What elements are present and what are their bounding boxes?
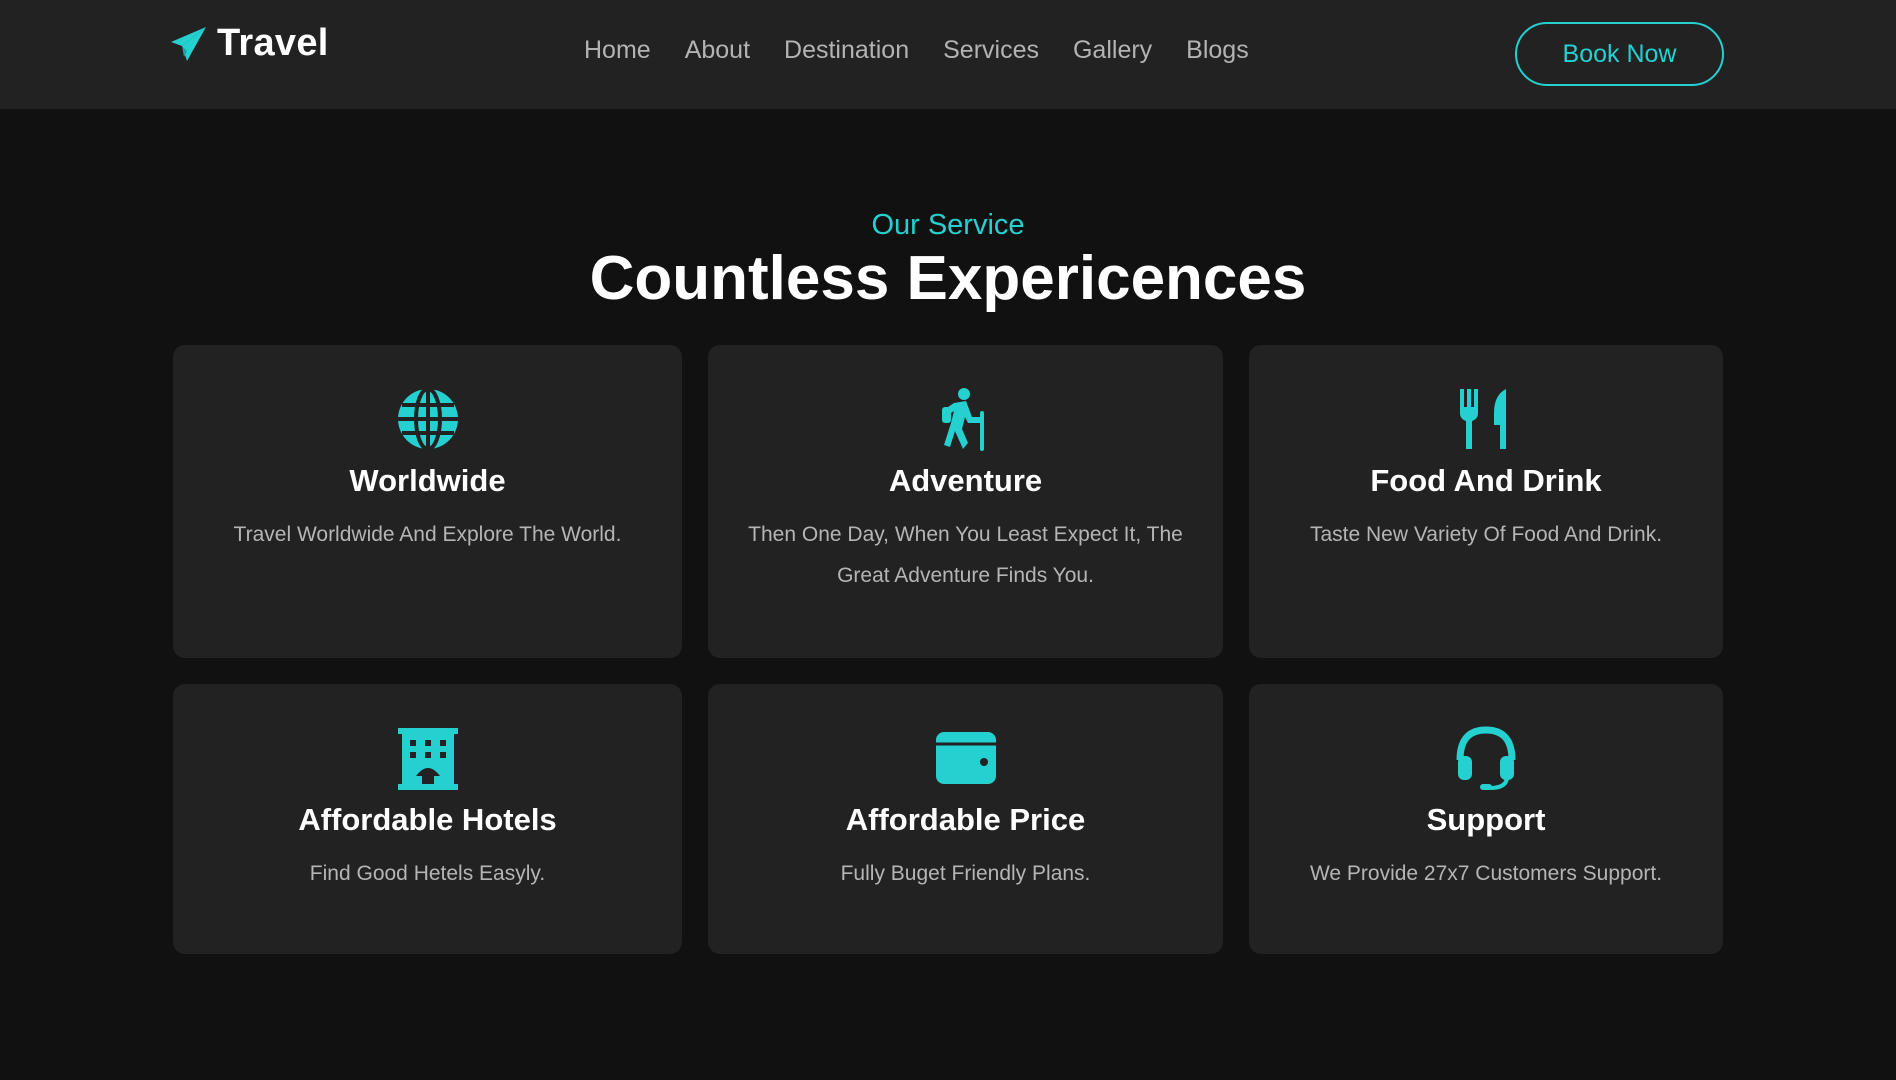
utensils-icon [1460,389,1506,449]
service-title: Worldwide [349,463,506,498]
brand-name: Travel [217,22,329,64]
service-description: Find Good Hetels Easyly. [309,862,546,885]
nav-link-about[interactable]: About [685,36,750,65]
navbar: Travel Home About Destination Services G… [0,0,1896,109]
service-card-support: Support We Provide 27x7 Customers Suppor… [1249,684,1723,954]
service-title: Adventure [888,463,1043,498]
headset-icon [1456,726,1516,790]
service-card-food-and-drink: Food And Drink Taste New Variety Of Food… [1249,345,1723,658]
nav-link-destination[interactable]: Destination [784,36,909,65]
globe-icon [397,387,458,451]
nav-link-services[interactable]: Services [943,36,1039,65]
nav-link-home[interactable]: Home [584,36,651,65]
service-description: Taste New Variety Of Food And Drink. [1309,523,1663,546]
service-card-affordable-price: Affordable Price Fully Buget Friendly Pl… [708,684,1223,954]
nav-link-gallery[interactable]: Gallery [1073,36,1152,65]
service-title: Support [1426,802,1546,837]
main-nav: Home About Destination Services Gallery … [584,36,1249,65]
brand-logo[interactable]: Travel [169,22,329,65]
hotel-icon [397,728,458,790]
service-title: Food And Drink [1370,463,1602,498]
paper-plane-icon [171,26,206,61]
service-description: Travel Worldwide And Explore The World. [233,523,622,546]
service-description: We Provide 27x7 Customers Support. [1309,862,1663,885]
service-card-affordable-hotels: Affordable Hotels Find Good Hetels Easyl… [173,684,682,954]
service-description: Then One Day, When You Least Expect It, … [748,523,1183,587]
wallet-icon [935,732,996,784]
service-description: Fully Buget Friendly Plans. [840,862,1091,885]
service-title: Affordable Hotels [298,802,557,837]
service-card-worldwide: Worldwide Travel Worldwide And Explore T… [173,345,682,658]
service-card-adventure: Adventure Then One Day, When You Least E… [708,345,1223,658]
section-eyebrow: Our Service [871,209,1025,241]
hiking-icon [941,388,984,451]
nav-link-blogs[interactable]: Blogs [1186,36,1249,65]
section-heading: Countless Expericences [589,244,1307,313]
book-now-button[interactable]: Book Now [1515,22,1724,86]
service-title: Affordable Price [845,802,1086,837]
